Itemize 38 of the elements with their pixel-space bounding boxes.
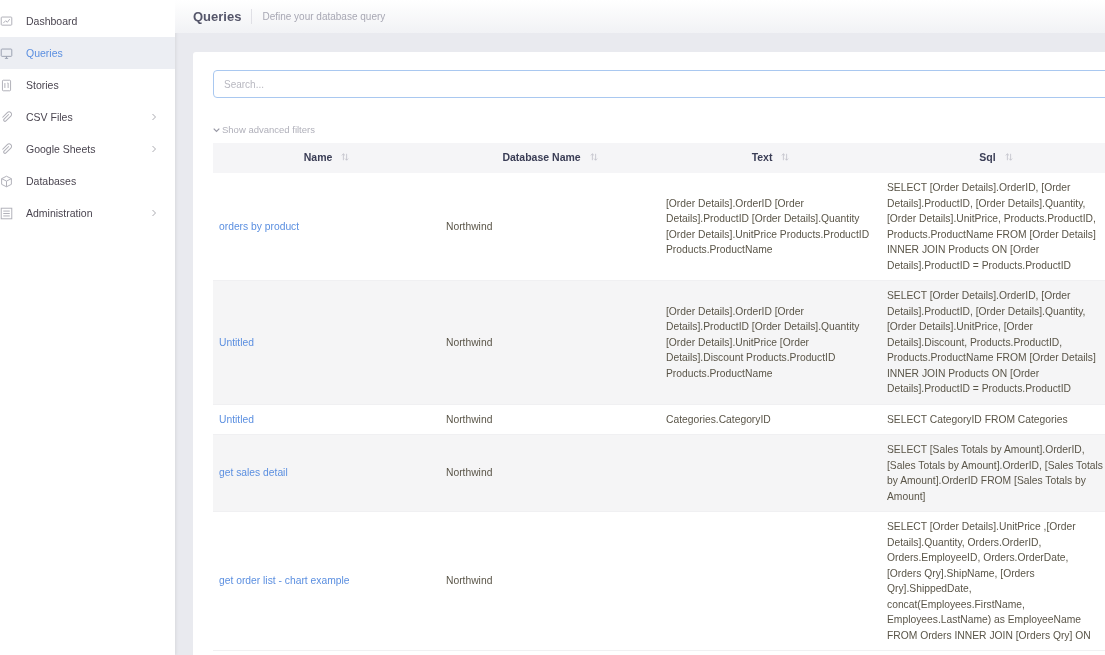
chart-icon: [0, 14, 13, 28]
sidebar-item[interactable]: Dashboard: [0, 5, 175, 37]
table-cell: Northwind: [446, 575, 493, 587]
sidebar-item[interactable]: Stories: [0, 69, 175, 101]
table-cell: SELECT CategoryID FROM Categories: [887, 413, 1068, 425]
table-cell: SELECT [Order Details].OrderID, [Order Details].ProductID, [Order Details].Quantity, [Order Details].UnitPrice, [Order Details].Discount, Products.ProductID, Products.ProductName FROM [Order Details] INNER JOIN Products ON [Order Details].ProductID = Products.ProductID: [887, 290, 1096, 394]
sidebar-item[interactable]: Administration: [0, 197, 175, 229]
table-cell: Northwind: [446, 336, 493, 348]
page-subtitle: Define your database query: [261, 11, 386, 22]
page-title: Queries: [193, 9, 253, 24]
table-cell: Northwind: [446, 220, 493, 232]
column-header[interactable]: Sql: [881, 143, 1105, 173]
sidebar-item[interactable]: Google Sheets: [0, 133, 175, 165]
table-cell: SELECT [Order Details].OrderID, [Order Details].ProductID, [Order Details].Quantity, [Order Details].UnitPrice, Products.ProductID, Products.ProductName FROM [Order Details] INNER JOIN Products ON [Order Details].ProductID = Products.ProductID: [887, 182, 1096, 271]
table-cell: SELECT [Order Details].UnitPrice ,[Order Details].Quantity, Orders.OrderID, Orders.EmployeeID, Orders.OrderDate, [Orders Qry].ShipName, [Orders Qry].ShippedDate, concat(Employees.FirstName, Employees.LastName) as EmployeeName FROM Orders INNER JOIN [Orders Qry] ON: [887, 521, 1091, 641]
sort-icon: [341, 153, 350, 162]
table-cell: [Order Details].OrderID [Order Details].ProductID [Order Details].Quantity [Order Details].UnitPrice [Order Details].Discount Products.ProductID Products.ProductName: [666, 305, 860, 379]
book-icon: [0, 78, 13, 92]
cube-icon: [0, 174, 13, 188]
column-header[interactable]: Text: [660, 143, 881, 173]
table-cell: Categories.CategoryID: [666, 413, 771, 425]
sort-icon: [781, 153, 790, 162]
table-cell: [Order Details].OrderID [Order Details].ProductID [Order Details].Quantity [Order Details].UnitPrice Products.ProductID Products.ProductName: [666, 197, 870, 255]
paperclip-icon: [0, 110, 13, 124]
chevron-down-icon: [213, 126, 220, 133]
table-cell: Northwind: [446, 413, 493, 425]
monitor-icon: [0, 46, 13, 60]
column-header[interactable]: Database Name: [440, 143, 660, 173]
column-header[interactable]: Name: [213, 143, 440, 173]
table-cell: SELECT [Sales Totals by Amount].OrderID, [Sales Totals by Amount].OrderID, [Sales Totals by Amount].OrderID FROM [Sales Totals by Amount]: [887, 444, 1103, 502]
sidebar-item[interactable]: Databases: [0, 165, 175, 197]
sidebar-item[interactable]: CSV Files: [0, 101, 175, 133]
sort-icon: [1004, 153, 1013, 162]
paperclip-icon: [0, 142, 13, 156]
sliders-icon: [0, 206, 13, 220]
table-cell: Northwind: [446, 467, 493, 479]
search-field[interactable]: Search...: [213, 70, 1105, 98]
sort-icon: [589, 153, 598, 162]
